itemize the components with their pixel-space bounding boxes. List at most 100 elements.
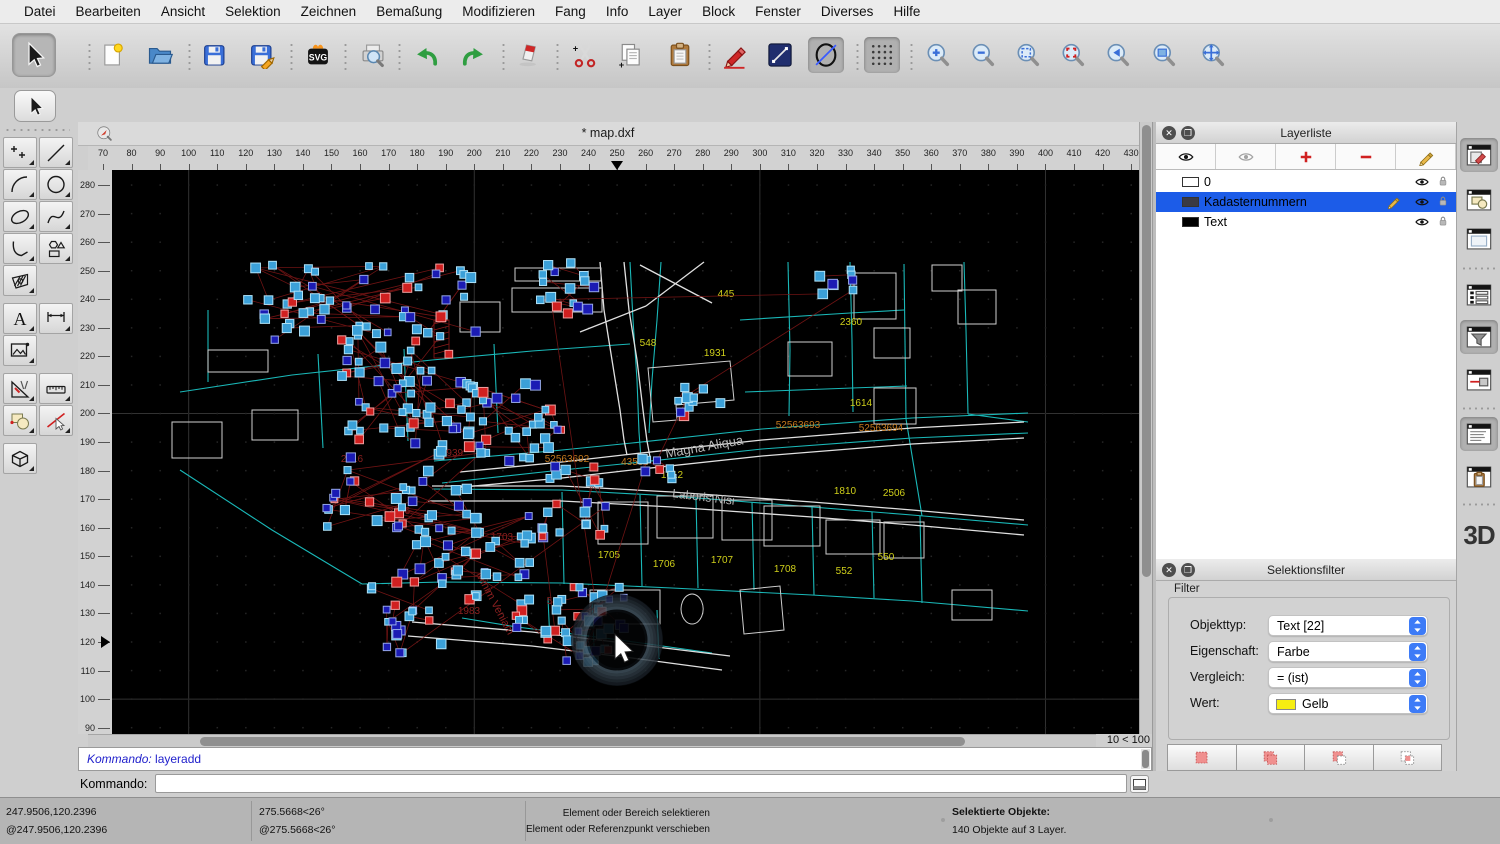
zoom-window-button[interactable] [1146, 37, 1182, 73]
command-options-button[interactable] [1130, 775, 1149, 793]
dropdown-stepper-icon[interactable] [1409, 643, 1426, 661]
image-tool-button[interactable] [3, 335, 37, 366]
filter-dropdown[interactable]: Farbe [1268, 641, 1428, 662]
vertical-scrollbar[interactable] [1139, 122, 1152, 734]
layer-visible-eye-icon[interactable] [1414, 174, 1430, 190]
points-tool-button[interactable] [3, 137, 37, 168]
file-open-button[interactable] [142, 37, 178, 73]
history-scrollbar[interactable] [1141, 749, 1150, 769]
selection-tool-button[interactable] [12, 33, 56, 77]
shapes-tool-button[interactable] [39, 233, 73, 264]
zoom-pan-button[interactable] [1195, 37, 1231, 73]
layer-row-Kadasternummern[interactable]: Kadasternummern [1156, 192, 1456, 212]
svg-export-button[interactable]: SVG [300, 37, 336, 73]
ruler-tool-button[interactable] [39, 373, 73, 404]
hatch-tool-button[interactable] [3, 265, 37, 296]
menu-info[interactable]: Info [596, 4, 639, 19]
grid-toggle-button[interactable] [864, 37, 900, 73]
layer-visible-eye-icon[interactable] [1414, 194, 1430, 210]
win-filter-toggle-button[interactable] [1460, 320, 1498, 354]
menu-ansicht[interactable]: Ansicht [151, 4, 215, 19]
filter-dropdown[interactable]: Text [22] [1268, 615, 1428, 636]
menu-diverses[interactable]: Diverses [811, 4, 884, 19]
mode-replace-button[interactable] [1167, 744, 1236, 771]
win-laser-toggle-button[interactable] [1460, 363, 1498, 397]
menu-block[interactable]: Block [692, 4, 745, 19]
menu-layer[interactable]: Layer [638, 4, 692, 19]
dropdown-stepper-icon[interactable] [1409, 617, 1426, 635]
menu-modifizieren[interactable]: Modifizieren [452, 4, 545, 19]
ellipse-tool-button[interactable] [3, 201, 37, 232]
menu-hilfe[interactable]: Hilfe [883, 4, 930, 19]
mode-subtract-button[interactable] [1304, 744, 1373, 771]
layer-lock-icon[interactable] [1436, 194, 1450, 208]
win-blocks-toggle-button[interactable] [1460, 183, 1498, 217]
filter-dropdown[interactable]: = (ist) [1268, 667, 1428, 688]
zoom-in-button[interactable] [920, 37, 956, 73]
circle-tool-button[interactable] [39, 169, 73, 200]
modify-tool-button[interactable] [3, 405, 37, 436]
palette-grip[interactable] [4, 128, 70, 132]
menu-fang[interactable]: Fang [545, 4, 596, 19]
zoom-previous-button[interactable] [1100, 37, 1136, 73]
mode-intersect-button[interactable] [1373, 744, 1443, 771]
layer-row-0[interactable]: 0 [1156, 172, 1456, 192]
win-clipboard-toggle-button[interactable] [1460, 460, 1498, 494]
redo-button[interactable] [455, 37, 491, 73]
win-layers-toggle-button[interactable] [1460, 278, 1498, 312]
win-history-toggle-button[interactable] [1460, 417, 1498, 451]
snapline-tool-button[interactable] [39, 405, 73, 436]
file-new-button[interactable] [95, 37, 131, 73]
horizontal-scrollbar-thumb[interactable] [200, 737, 965, 746]
zoom-out-button[interactable] [965, 37, 1001, 73]
draw-pencil-button[interactable] [716, 37, 752, 73]
box3d-tool-button[interactable] [3, 443, 37, 474]
erase-button[interactable] [512, 37, 548, 73]
win-properties-toggle-button[interactable] [1460, 138, 1498, 172]
zoom-selection-button[interactable] [1055, 37, 1091, 73]
menu-datei[interactable]: Datei [14, 4, 66, 19]
dimension-tool-button[interactable] [39, 303, 73, 334]
dropdown-stepper-icon[interactable] [1409, 669, 1426, 687]
menu-zeichnen[interactable]: Zeichnen [291, 4, 367, 19]
menu-selektion[interactable]: Selektion [215, 4, 291, 19]
minus-button[interactable] [1336, 144, 1396, 169]
text-tool-button[interactable]: A [3, 303, 37, 334]
print-preview-button[interactable] [355, 37, 391, 73]
layer-lock-icon[interactable] [1436, 174, 1450, 188]
layer-row-Text[interactable]: Text [1156, 212, 1456, 232]
file-save-as-button[interactable] [243, 37, 279, 73]
file-save-button[interactable] [196, 37, 232, 73]
menu-bemaßung[interactable]: Bemaßung [366, 4, 452, 19]
dropdown-stepper-icon[interactable] [1409, 695, 1426, 713]
mode-add-button[interactable] [1236, 744, 1305, 771]
zoom-auto-button[interactable] [1010, 37, 1046, 73]
eye-dark-button[interactable] [1156, 144, 1216, 169]
horizontal-scrollbar[interactable] [88, 734, 1096, 747]
layer-lock-icon[interactable] [1436, 214, 1450, 228]
command-input[interactable] [155, 774, 1127, 793]
cut-button[interactable]: + [567, 37, 603, 73]
measure-tool-button[interactable] [3, 373, 37, 404]
arc-tool-button[interactable] [3, 169, 37, 200]
3d-menu-label[interactable]: 3D [1459, 520, 1499, 551]
filter-dropdown[interactable]: Gelb [1268, 693, 1428, 714]
menu-fenster[interactable]: Fenster [745, 4, 811, 19]
plus-button[interactable] [1276, 144, 1336, 169]
layer-visible-eye-icon[interactable] [1414, 214, 1430, 230]
polyline-tool-button[interactable] [3, 233, 37, 264]
vertical-scrollbar-thumb[interactable] [1142, 125, 1151, 577]
undo-button[interactable] [409, 37, 445, 73]
eye-gray-button[interactable] [1216, 144, 1276, 169]
menu-bearbeiten[interactable]: Bearbeiten [66, 4, 151, 19]
selection-tool-button[interactable] [14, 90, 56, 122]
history-scrollbar-thumb[interactable] [1142, 750, 1149, 768]
pencil-button[interactable] [1396, 144, 1456, 169]
win-library-toggle-button[interactable] [1460, 222, 1498, 256]
spline-tool-button[interactable] [39, 201, 73, 232]
paste-button[interactable] [662, 37, 698, 73]
ellipse-tool-button[interactable] [808, 37, 844, 73]
drawing-canvas[interactable]: Magna AliquaLaboris NisiMinim Veniam4452… [112, 170, 1139, 734]
line-tool-button[interactable] [39, 137, 73, 168]
copy-button[interactable]: + [613, 37, 649, 73]
